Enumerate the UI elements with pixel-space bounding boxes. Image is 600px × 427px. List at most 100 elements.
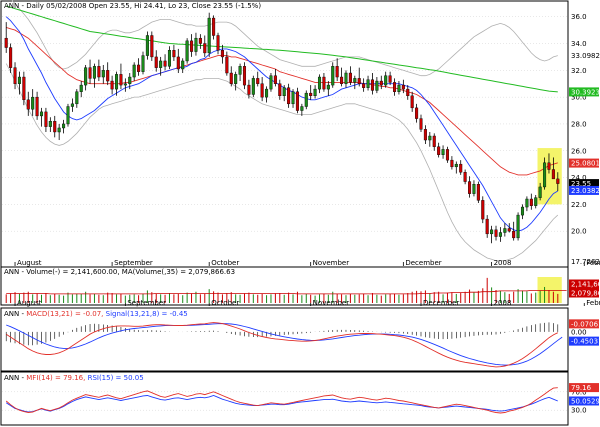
- mfi-rsi-badge: 79.16: [571, 384, 592, 392]
- candle-body: [428, 135, 432, 141]
- macd-label-prefix: ANN -: [4, 310, 26, 318]
- volume-bar: [270, 294, 272, 303]
- volume-bar: [58, 294, 60, 303]
- volume-bar: [358, 294, 360, 303]
- volume-bar: [473, 292, 475, 303]
- candle-body: [445, 149, 449, 161]
- candle-body: [88, 67, 92, 79]
- macd-badge: -0.45031: [571, 338, 600, 346]
- volume-bar: [376, 294, 378, 303]
- mfi-rsi-tick-label: 30.0: [571, 407, 587, 415]
- candle-body: [185, 40, 189, 62]
- volume-bar: [310, 294, 312, 303]
- candle-body: [198, 37, 202, 44]
- volume-bar: [5, 294, 7, 303]
- volume-bar: [177, 293, 179, 303]
- volume-bar: [526, 291, 528, 303]
- macd-label-macd: MACD(13,21) = -0.07,: [26, 310, 103, 318]
- candle-body: [229, 72, 233, 84]
- candle-body: [525, 198, 529, 208]
- volume-bar: [274, 293, 276, 303]
- volume-bar: [420, 291, 422, 303]
- stock-chart: 36.034.032.030.028.026.024.022.020.0 33.…: [0, 0, 600, 427]
- candle-body: [110, 80, 114, 90]
- volume-bar: [204, 293, 206, 303]
- volume-bar: [257, 294, 259, 303]
- candle-body: [190, 40, 194, 52]
- candle-body: [437, 146, 441, 155]
- volume-bar: [464, 291, 466, 303]
- volume-bar: [402, 294, 404, 303]
- price-badge: 25.0801: [571, 160, 600, 168]
- candle-body: [384, 75, 388, 86]
- volume-bar: [482, 288, 484, 303]
- candle-body: [309, 92, 313, 97]
- candle-body: [123, 83, 127, 86]
- volume-bar: [98, 294, 100, 303]
- candle-body: [282, 87, 286, 97]
- volume-month-label: September: [127, 299, 166, 307]
- volume-month-label: October: [211, 299, 239, 307]
- candle-body: [242, 66, 247, 86]
- candle-body: [176, 56, 180, 70]
- candle-body: [137, 64, 141, 72]
- candle-body: [476, 184, 480, 201]
- candle-body: [57, 127, 61, 133]
- mfi-rsi-badge: 50.0529: [571, 397, 600, 405]
- candle-body: [494, 229, 498, 237]
- macd-axis: 0.00: [571, 328, 587, 336]
- volume-bar: [305, 293, 307, 303]
- candle-body: [234, 74, 238, 84]
- volume-bar: [530, 293, 532, 303]
- candle-body: [17, 76, 21, 84]
- volume-bar: [398, 294, 400, 303]
- volume-month-label: November: [313, 299, 350, 307]
- volume-bar: [411, 291, 413, 303]
- price-month-label: February: [586, 259, 600, 267]
- candle-body: [291, 91, 295, 105]
- candle-body: [9, 47, 13, 68]
- volume-bar: [261, 293, 263, 303]
- candle-body: [485, 218, 489, 235]
- volume-bar: [182, 295, 184, 303]
- mfi-label-rsi: RSI(15) = 50.05: [88, 374, 144, 382]
- price-tick-label: 22.0: [571, 201, 587, 209]
- candle-body: [468, 181, 472, 194]
- macd-label: ANN - MACD(13,21) = -0.07, Signal(13,21,…: [4, 310, 188, 318]
- macd-badge: -0.07061: [571, 320, 600, 328]
- volume-bar: [266, 295, 268, 303]
- volume-bar: [460, 293, 462, 303]
- candle-body: [450, 159, 454, 168]
- volume-bar: [371, 293, 373, 303]
- volume-bar: [63, 295, 65, 303]
- volume-bar: [186, 292, 188, 303]
- volume-bar: [85, 291, 87, 303]
- candle-body: [287, 87, 291, 105]
- candle-body: [410, 95, 414, 109]
- candle-body: [441, 149, 445, 155]
- candle-body: [260, 83, 264, 98]
- volume-month-label: December: [423, 299, 459, 307]
- candle-body: [406, 88, 410, 97]
- candle-body: [145, 35, 149, 56]
- candle-body: [119, 74, 123, 86]
- volume-bar: [416, 290, 418, 303]
- candle-body: [247, 84, 251, 95]
- volume-bar: [521, 290, 523, 303]
- candle-body: [397, 84, 401, 92]
- candle-body: [203, 43, 207, 54]
- volume-month-label: February: [586, 299, 600, 307]
- mfi-rsi-label: ANN - MFI(14) = 79.16, RSI(15) = 50.05: [4, 374, 144, 382]
- candle-body: [265, 88, 269, 98]
- price-month-label: December: [405, 259, 441, 267]
- price-tick-label: 34.0: [571, 40, 587, 48]
- volume-bar: [76, 293, 78, 303]
- candle-body: [463, 171, 467, 182]
- candle-body: [4, 37, 8, 48]
- mfi-label-prefix: ANN -: [4, 374, 26, 382]
- candle-body: [278, 83, 282, 97]
- volume-bar: [54, 293, 56, 303]
- candle-body: [379, 80, 383, 86]
- volume-bar: [380, 295, 382, 303]
- candle-body: [114, 74, 119, 90]
